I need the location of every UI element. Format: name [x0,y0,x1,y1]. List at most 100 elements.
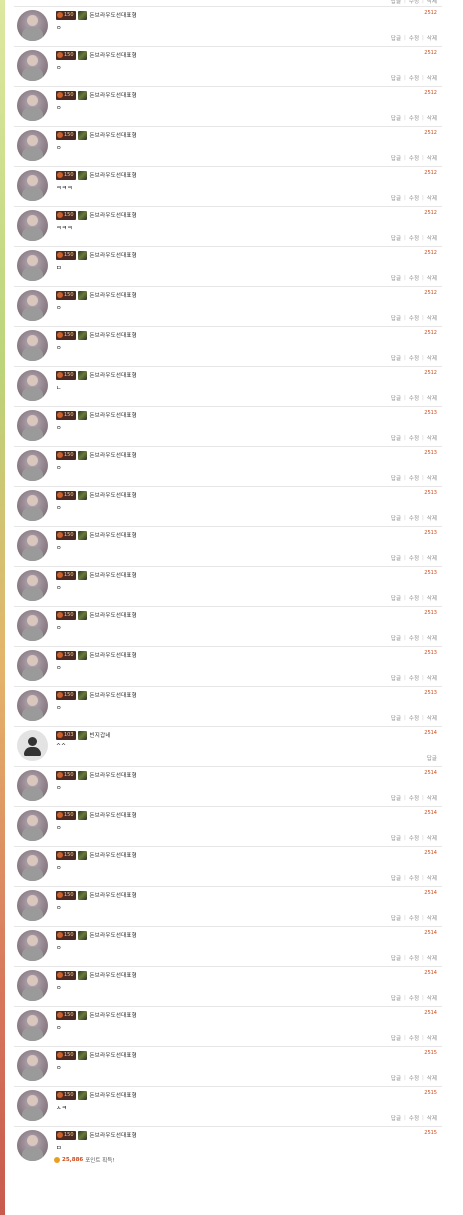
reply-button[interactable]: 답글 [391,954,401,962]
delete-button[interactable]: 삭제 [427,74,437,82]
reply-button[interactable]: 답글 [391,434,401,442]
reply-button[interactable]: 답글 [391,194,401,202]
edit-button[interactable]: 수정 [409,1034,419,1042]
reply-button[interactable]: 답글 [391,354,401,362]
delete-button[interactable]: 삭제 [427,834,437,842]
avatar[interactable] [17,1050,48,1081]
delete-button[interactable]: 삭제 [427,1114,437,1122]
edit-button[interactable]: 수정 [409,0,419,5]
delete-button[interactable]: 삭제 [427,354,437,362]
delete-button[interactable]: 삭제 [427,434,437,442]
nickname[interactable]: 돈브라우도선대표형 [90,531,137,539]
reply-button[interactable]: 답글 [391,594,401,602]
edit-button[interactable]: 수정 [409,234,419,242]
edit-button[interactable]: 수정 [409,1074,419,1082]
avatar[interactable] [17,330,48,361]
nickname[interactable]: 돈브라우도선대표형 [90,1131,137,1139]
reply-button[interactable]: 답글 [391,634,401,642]
delete-button[interactable]: 삭제 [427,994,437,1002]
nickname[interactable]: 돈브라우도선대표형 [90,571,137,579]
avatar[interactable] [17,10,48,41]
avatar[interactable] [17,530,48,561]
nickname[interactable]: 돈브라우도선대표형 [90,651,137,659]
reply-button[interactable]: 답글 [391,474,401,482]
avatar[interactable] [17,890,48,921]
edit-button[interactable]: 수정 [409,874,419,882]
delete-button[interactable]: 삭제 [427,154,437,162]
nickname[interactable]: 돈브라우도선대표형 [90,291,137,299]
delete-button[interactable]: 삭제 [427,314,437,322]
avatar[interactable] [17,1130,48,1161]
reply-button[interactable]: 답글 [391,794,401,802]
delete-button[interactable]: 삭제 [427,394,437,402]
avatar[interactable] [17,650,48,681]
reply-button[interactable]: 답글 [391,834,401,842]
delete-button[interactable]: 삭제 [427,514,437,522]
edit-button[interactable]: 수정 [409,954,419,962]
edit-button[interactable]: 수정 [409,274,419,282]
reply-button[interactable]: 답글 [391,34,401,42]
nickname[interactable]: 돈브라우도선대표형 [90,411,137,419]
nickname[interactable]: 돈브라우도선대표형 [90,771,137,779]
edit-button[interactable]: 수정 [409,194,419,202]
edit-button[interactable]: 수정 [409,834,419,842]
reply-button[interactable]: 답글 [391,234,401,242]
delete-button[interactable]: 삭제 [427,274,437,282]
reply-button[interactable]: 답글 [391,514,401,522]
edit-button[interactable]: 수정 [409,714,419,722]
reply-button[interactable]: 답글 [391,154,401,162]
nickname[interactable]: 돈브라우도선대표형 [90,691,137,699]
reply-button[interactable]: 답글 [391,0,401,5]
nickname[interactable]: 돈브라우도선대표형 [90,451,137,459]
edit-button[interactable]: 수정 [409,634,419,642]
delete-button[interactable]: 삭제 [427,0,437,5]
reply-button[interactable]: 답글 [391,674,401,682]
avatar[interactable] [17,970,48,1001]
nickname[interactable]: 돈브라우도선대표형 [90,11,137,19]
reply-button[interactable]: 답글 [391,274,401,282]
delete-button[interactable]: 삭제 [427,954,437,962]
nickname[interactable]: 돈브라우도선대표형 [90,611,137,619]
nickname[interactable]: 돈브라우도선대표형 [90,91,137,99]
reply-button[interactable]: 답글 [427,754,437,762]
edit-button[interactable]: 수정 [409,154,419,162]
avatar[interactable] [17,810,48,841]
nickname[interactable]: 돈브라우도선대표형 [90,491,137,499]
nickname[interactable]: 돈브라우도선대표형 [90,971,137,979]
delete-button[interactable]: 삭제 [427,1074,437,1082]
avatar[interactable] [17,410,48,441]
reply-button[interactable]: 답글 [391,74,401,82]
reply-button[interactable]: 답글 [391,874,401,882]
nickname[interactable]: 빈지갑네 [90,731,111,739]
nickname[interactable]: 돈브라우도선대표형 [90,931,137,939]
delete-button[interactable]: 삭제 [427,474,437,482]
nickname[interactable]: 돈브라우도선대표형 [90,851,137,859]
reply-button[interactable]: 답글 [391,914,401,922]
nickname[interactable]: 돈브라우도선대표형 [90,211,137,219]
avatar[interactable] [17,170,48,201]
reply-button[interactable]: 답글 [391,1074,401,1082]
reply-button[interactable]: 답글 [391,714,401,722]
delete-button[interactable]: 삭제 [427,714,437,722]
nickname[interactable]: 돈브라우도선대표형 [90,51,137,59]
avatar[interactable] [17,570,48,601]
edit-button[interactable]: 수정 [409,74,419,82]
avatar[interactable] [17,50,48,81]
edit-button[interactable]: 수정 [409,34,419,42]
edit-button[interactable]: 수정 [409,394,419,402]
avatar[interactable] [17,490,48,521]
avatar[interactable] [17,90,48,121]
edit-button[interactable]: 수정 [409,914,419,922]
delete-button[interactable]: 삭제 [427,234,437,242]
edit-button[interactable]: 수정 [409,114,419,122]
reply-button[interactable]: 답글 [391,314,401,322]
delete-button[interactable]: 삭제 [427,794,437,802]
nickname[interactable]: 돈브라우도선대표형 [90,1011,137,1019]
nickname[interactable]: 돈브라우도선대표형 [90,171,137,179]
delete-button[interactable]: 삭제 [427,194,437,202]
avatar[interactable] [17,1090,48,1121]
nickname[interactable]: 돈브라우도선대표형 [90,131,137,139]
delete-button[interactable]: 삭제 [427,114,437,122]
delete-button[interactable]: 삭제 [427,1034,437,1042]
reply-button[interactable]: 답글 [391,1114,401,1122]
